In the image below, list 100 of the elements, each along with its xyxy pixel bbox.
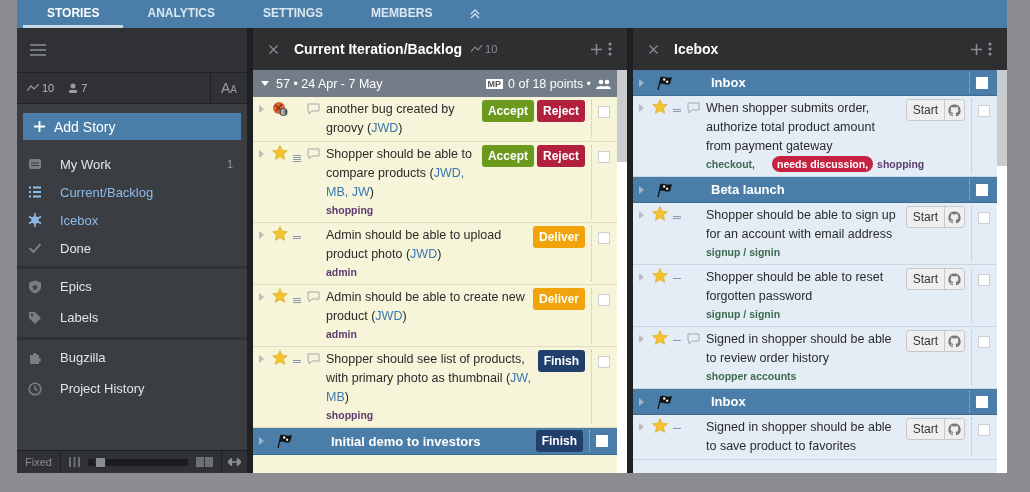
sidebar-item[interactable]: Icebox [17, 206, 247, 234]
wide-columns-icon[interactable] [196, 457, 213, 467]
expand-triangle-icon[interactable] [639, 211, 644, 219]
item-count: 1 [226, 158, 233, 170]
story-state-button[interactable]: Finish [537, 350, 585, 372]
person-icon [68, 83, 79, 93]
story-title: Signed in shopper should be able to review order history [706, 332, 892, 365]
expand-triangle-icon[interactable] [259, 231, 264, 239]
zoom-slider[interactable] [87, 458, 188, 466]
star-icon [272, 145, 288, 160]
story-label[interactable]: admin [326, 264, 357, 280]
plus-icon[interactable] [971, 43, 982, 55]
star-icon [652, 206, 668, 221]
add-story-button[interactable]: Add Story [23, 113, 241, 140]
story-label[interactable]: shopper accounts [706, 368, 797, 384]
story-label[interactable]: signup / signin [706, 244, 781, 260]
sidebar-item[interactable]: Bugzilla [17, 342, 247, 373]
expand-icon[interactable] [228, 458, 241, 466]
shield-icon [28, 279, 42, 294]
expand-triangle-icon[interactable] [259, 355, 264, 363]
release-marker-row[interactable]: Beta launch [633, 177, 997, 203]
scrollbar[interactable] [997, 70, 1007, 473]
story-row[interactable]: Shopper should be able to reset forgotten password Start signup / signin [633, 265, 997, 327]
story-state-button[interactable]: Reject [536, 145, 585, 167]
width-mode-label[interactable]: Fixed [17, 451, 61, 473]
expand-triangle-icon[interactable] [639, 273, 644, 281]
more-icon[interactable] [608, 42, 612, 56]
iteration-points: 0 of 18 points • [508, 76, 591, 91]
story-title: Admin should be able to upload product photo (JWD) [326, 228, 502, 261]
select-checkbox[interactable] [978, 105, 990, 117]
expand-triangle-icon[interactable] [259, 437, 264, 445]
expand-triangle-icon[interactable] [639, 104, 644, 112]
story-title: Shopper should see list of products, with primary photo as thumbnail (JW, MB) [326, 352, 531, 404]
sidebar-item[interactable]: Epics [17, 271, 247, 302]
story-state-button[interactable]: Reject [536, 100, 585, 122]
story-title: Shopper should be able to compare products (JWD, MB, JW) [326, 147, 472, 199]
flag-icon [657, 394, 673, 409]
flag-icon [657, 75, 673, 90]
sidebar-item[interactable]: Current/Backlog [17, 178, 247, 206]
star-icon [272, 288, 288, 303]
select-checkbox[interactable] [978, 424, 990, 436]
story-row[interactable]: Admin should be able to upload product photo (JWD) Deliver admin [253, 223, 617, 285]
plus-icon[interactable] [591, 43, 602, 55]
github-icon [948, 210, 961, 224]
select-checkbox[interactable] [598, 151, 610, 163]
sidebar-item[interactable]: My Work 1 [17, 150, 247, 178]
close-icon[interactable] [269, 44, 278, 54]
select-checkbox[interactable] [978, 336, 990, 348]
story-row[interactable]: Signed in shopper should be able to save product to favorites Start [633, 415, 997, 460]
expand-triangle-icon[interactable] [639, 185, 644, 194]
expand-triangle-icon[interactable] [639, 397, 644, 406]
release-marker-row[interactable]: Initial demo to investors Finish [253, 428, 617, 455]
select-checkbox[interactable] [978, 274, 990, 286]
tag-icon [28, 310, 42, 325]
select-checkbox[interactable] [598, 106, 610, 118]
iteration-header[interactable]: 57 • 24 Apr - 7 May MP 0 of 18 points • [253, 70, 617, 97]
expand-triangle-icon[interactable] [259, 293, 264, 301]
close-icon[interactable] [649, 44, 658, 54]
expand-triangle-icon[interactable] [639, 423, 644, 431]
more-icon[interactable] [988, 42, 992, 56]
star-icon [652, 99, 668, 114]
expand-triangle-icon[interactable] [259, 150, 264, 158]
menu-icon[interactable] [30, 44, 46, 56]
github-icon [948, 334, 961, 348]
story-label[interactable]: needs discussion, [772, 156, 874, 172]
story-label[interactable]: shopping [877, 156, 925, 172]
inbox-icon [28, 157, 42, 171]
select-checkbox[interactable] [598, 356, 610, 368]
github-icon [948, 272, 961, 286]
collapse-icon[interactable] [470, 9, 481, 19]
narrow-columns-icon[interactable] [68, 457, 80, 467]
release-marker-row[interactable]: Inbox [633, 70, 997, 96]
expand-triangle-icon[interactable] [259, 105, 264, 113]
expand-triangle-icon[interactable] [639, 78, 644, 87]
story-label[interactable]: shopping [326, 202, 374, 218]
story-label[interactable]: signup / signin [706, 306, 781, 322]
story-row[interactable]: another bug created by groovy (JWD) Accept Reject [253, 97, 617, 142]
sidebar-item[interactable]: Labels [17, 302, 247, 333]
story-row[interactable]: Shopper should be able to sign up for an account with email address Start signup / signin [633, 203, 997, 265]
story-label[interactable]: admin [326, 326, 357, 342]
member-count: 7 [81, 82, 88, 94]
story-title: Shopper should be able to sign up for an account with email address [706, 208, 896, 241]
story-label[interactable]: shopping [326, 407, 374, 423]
select-checkbox[interactable] [598, 232, 610, 244]
slider-thumb[interactable] [94, 456, 106, 468]
sidebar-item[interactable]: Project History [17, 373, 247, 404]
story-label[interactable]: checkout, [706, 156, 755, 172]
sidebar-item[interactable]: Done [17, 234, 247, 262]
collapse-caret-icon [261, 80, 269, 87]
story-state-button[interactable]: Finish [535, 430, 583, 452]
story-row[interactable]: Admin should be able to create new product (JWD) Deliver admin [253, 285, 617, 347]
star-icon [272, 226, 288, 241]
github-icon [948, 103, 961, 117]
velocity-value: 10 [485, 43, 498, 55]
expand-triangle-icon[interactable] [639, 335, 644, 343]
story-title: Shopper should be able to reset forgotten password [706, 270, 884, 303]
scrollbar[interactable] [617, 70, 627, 473]
release-marker-row[interactable]: Inbox [633, 389, 997, 415]
select-checkbox[interactable] [978, 212, 990, 224]
select-checkbox[interactable] [598, 294, 610, 306]
